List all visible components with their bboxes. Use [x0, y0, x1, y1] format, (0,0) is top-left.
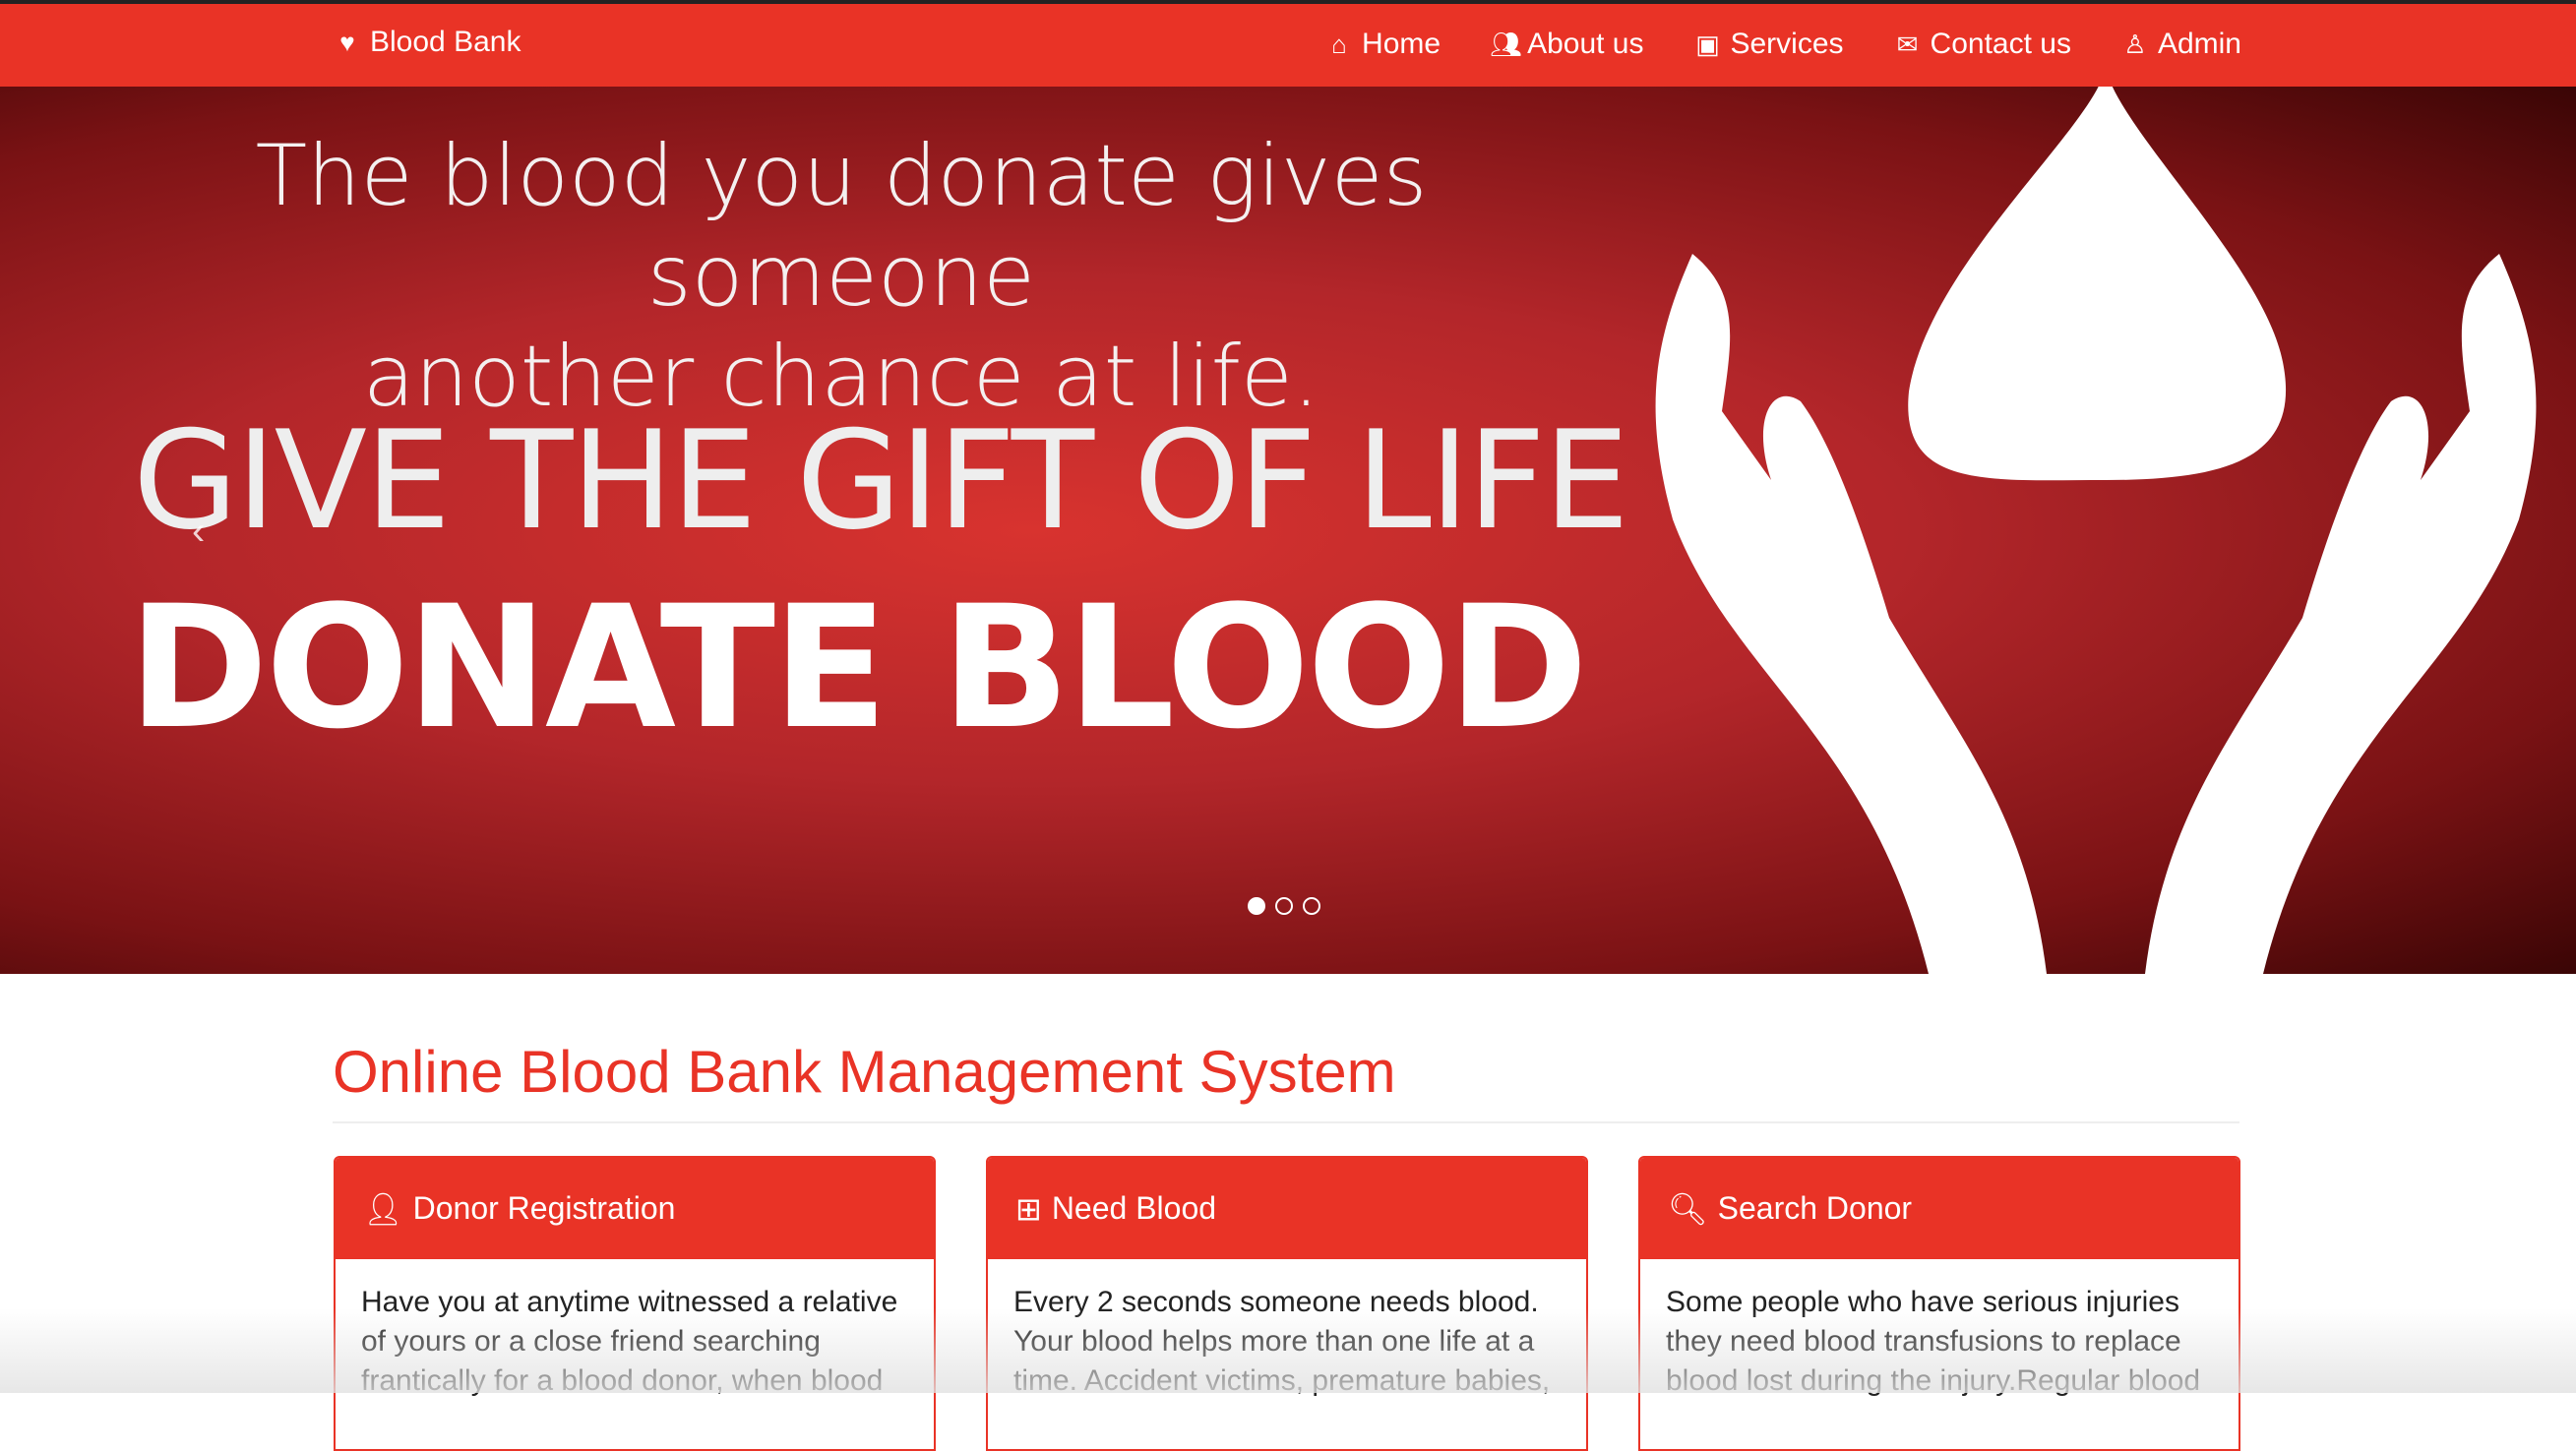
nav-admin[interactable]: ♙ Admin: [2120, 28, 2241, 61]
brand-link[interactable]: ♥ Blood Bank: [333, 26, 521, 59]
page-title: Online Blood Bank Management System: [333, 1039, 1396, 1105]
nav-home[interactable]: ⌂ Home: [1324, 28, 1441, 61]
carousel-next-button[interactable]: ›: [2371, 510, 2384, 554]
panel-search-donor: 🔍︎ Search Donor Some people who have seri…: [1638, 1156, 2240, 1451]
heartbeat-icon: ♥: [339, 27, 355, 57]
panel-title: Need Blood: [1051, 1190, 1217, 1226]
carousel-prev-button[interactable]: ‹: [192, 510, 205, 554]
nav-contact-us[interactable]: ✉ Contact us: [1893, 28, 2071, 61]
window-bottom-shadow: [0, 1308, 2576, 1393]
nav-about-us[interactable]: 👥︎ About us: [1490, 28, 1643, 61]
hero-cta-text: DONATE BLOOD: [128, 569, 1588, 766]
nav-label: Contact us: [1930, 28, 2071, 60]
nav-label: Services: [1730, 28, 1844, 60]
carousel-indicator-2[interactable]: [1275, 897, 1293, 915]
envelope-icon: ✉: [1896, 29, 1919, 59]
briefcase-icon: ▣: [1695, 29, 1720, 59]
nav-label: Home: [1362, 28, 1441, 60]
medkit-icon: ⊞: [1015, 1190, 1042, 1227]
divider: [333, 1121, 2239, 1123]
hands-blood-drop-illustration: [1655, 87, 2537, 974]
search-icon: 🔍︎: [1668, 1190, 1708, 1227]
hero-heading: GIVE THE GIFT OF LIFE: [133, 401, 1629, 560]
carousel-indicator-1[interactable]: [1248, 897, 1265, 915]
users-icon: 👥︎: [1490, 29, 1523, 59]
hero-tagline: The blood you donate gives someone anothe…: [138, 126, 1545, 427]
nav-label: Admin: [2157, 28, 2241, 60]
panel-need-blood: ⊞ Need Blood Every 2 seconds someone need…: [986, 1156, 1588, 1451]
user-icon: 👤︎: [363, 1190, 403, 1227]
brand-label: Blood Bank: [370, 26, 521, 58]
panel-title: Search Donor: [1717, 1190, 1913, 1226]
panel-donor-registration: 👤︎ Donor Registration Have you at anytime…: [334, 1156, 936, 1451]
panel-header[interactable]: 🔍︎ Search Donor: [1640, 1158, 2239, 1259]
panel-title: Donor Registration: [412, 1190, 676, 1226]
hero-line-1: The blood you donate gives someone: [255, 127, 1428, 326]
user-secret-icon: ♙: [2123, 29, 2147, 59]
nav-services[interactable]: ▣ Services: [1692, 28, 1843, 61]
home-icon: ⌂: [1331, 29, 1347, 59]
panel-header[interactable]: ⊞ Need Blood: [988, 1158, 1586, 1259]
navbar: ♥ Blood Bank ⌂ Home 👥︎ About us ▣ Services ✉…: [0, 4, 2576, 87]
panel-header[interactable]: 👤︎ Donor Registration: [336, 1158, 934, 1259]
carousel-indicator-3[interactable]: [1303, 897, 1320, 915]
hero-carousel: The blood you donate gives someone anothe…: [0, 87, 2576, 974]
nav-label: About us: [1527, 28, 1644, 60]
carousel-indicators: [1248, 897, 1320, 915]
